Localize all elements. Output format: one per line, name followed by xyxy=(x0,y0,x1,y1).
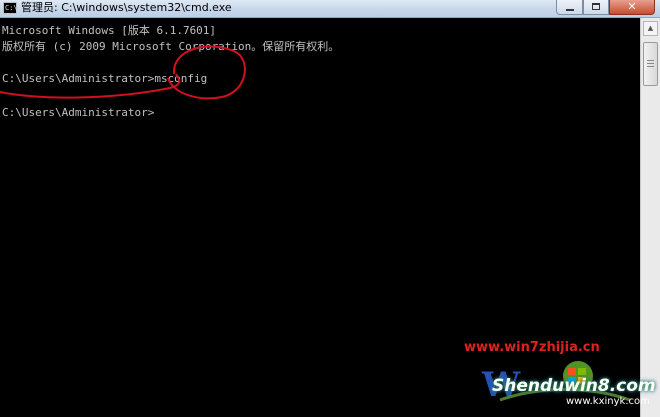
thumb-grip xyxy=(647,60,654,61)
maximize-button[interactable] xyxy=(583,0,609,15)
thumb-grip xyxy=(647,66,654,67)
vertical-scrollbar[interactable]: ▲ xyxy=(640,18,660,417)
title-bar[interactable]: C:\ 管理员: C:\windows\system32\cmd.exe ✕ xyxy=(0,0,660,18)
watermark-url: www.win7zhijia.cn xyxy=(464,340,600,355)
minimize-button[interactable] xyxy=(556,0,583,15)
thumb-grip xyxy=(647,63,654,64)
console-line-prompt: C:\Users\Administrator> xyxy=(2,106,155,119)
console-line-copyright: 版权所有 (c) 2009 Microsoft Corporation。保留所有… xyxy=(2,40,340,53)
watermark-brand: Shenduwin8.com xyxy=(492,376,656,396)
watermark-site: www.kxinyk.com xyxy=(566,396,650,407)
minimize-icon xyxy=(566,9,574,11)
close-icon: ✕ xyxy=(627,0,637,13)
scroll-up-arrow-icon[interactable]: ▲ xyxy=(643,21,658,36)
console-line-command: C:\Users\Administrator>msconfig xyxy=(2,72,208,85)
maximize-icon xyxy=(592,3,600,10)
console-line-version: Microsoft Windows [版本 6.1.7601] xyxy=(2,24,217,37)
cmd-icon[interactable]: C:\ xyxy=(3,2,18,14)
scrollbar-thumb[interactable] xyxy=(643,42,658,86)
close-button[interactable]: ✕ xyxy=(609,0,655,15)
window-title: 管理员: C:\windows\system32\cmd.exe xyxy=(21,1,232,14)
